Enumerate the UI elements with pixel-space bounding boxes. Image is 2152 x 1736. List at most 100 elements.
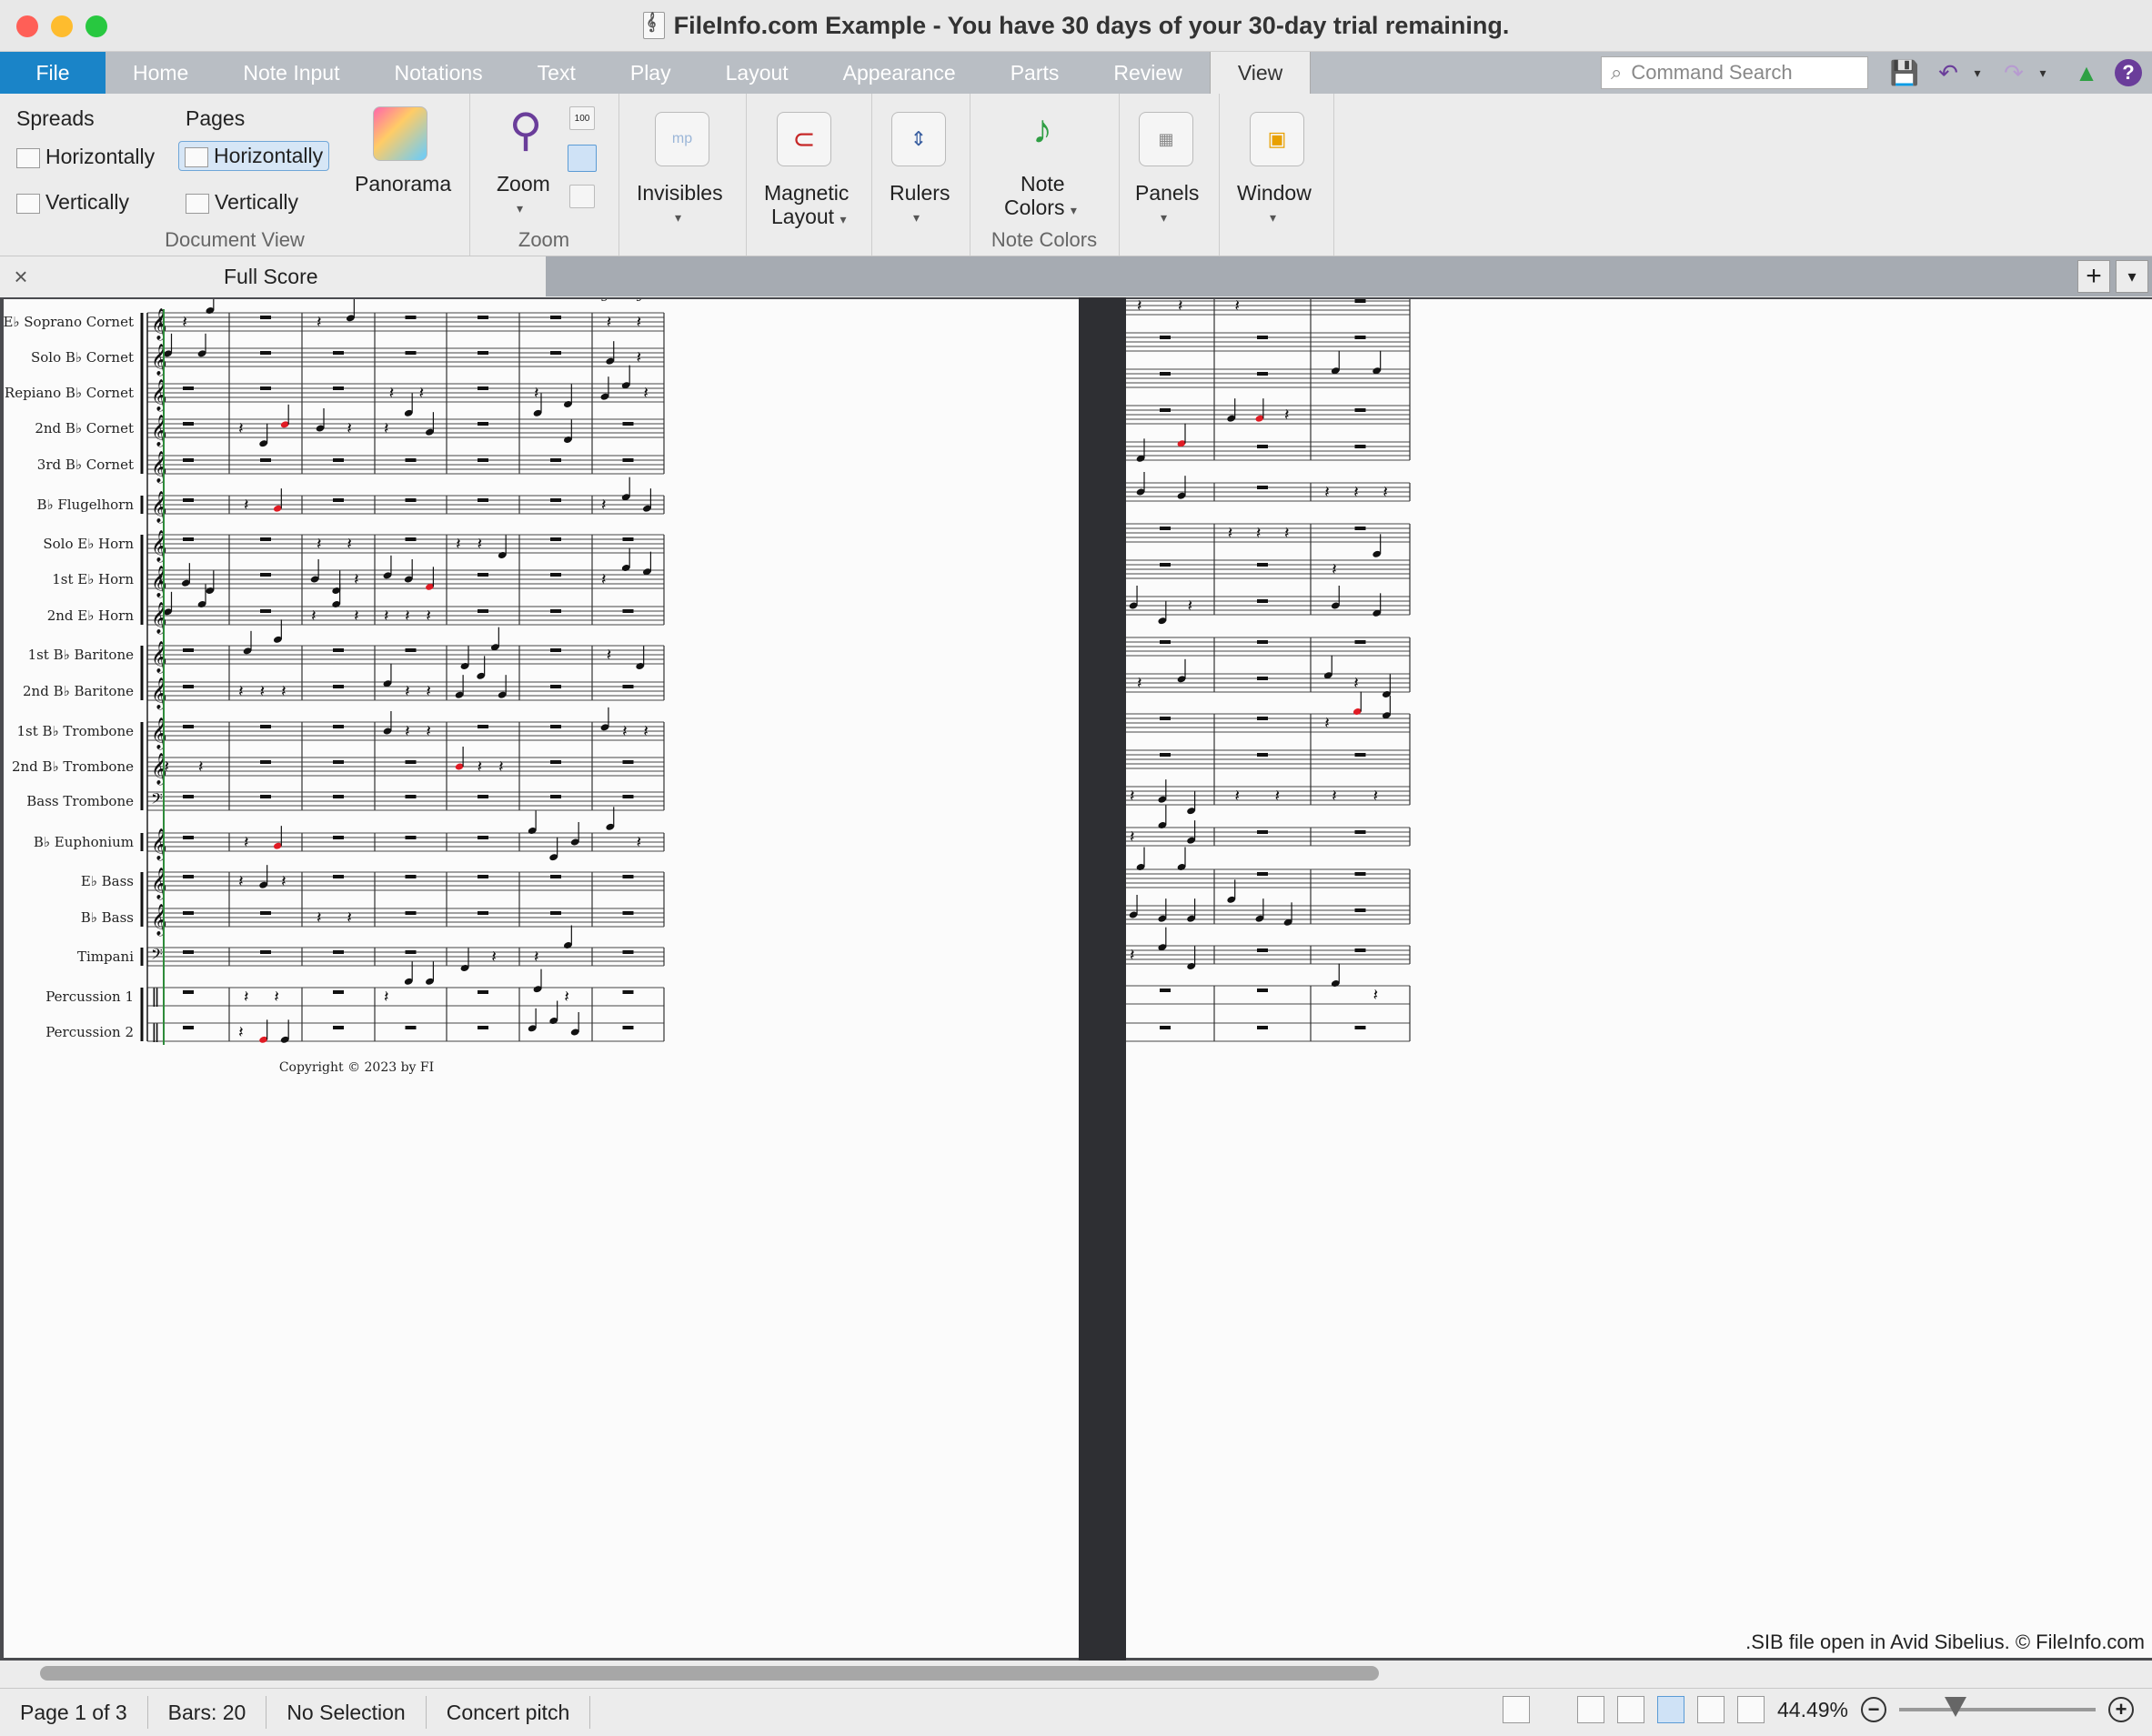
tab-note-input[interactable]: Note Input — [216, 52, 367, 94]
lock-icon[interactable] — [1502, 1696, 1530, 1723]
quarter-rest: 𝄽 — [1130, 828, 1135, 847]
quarter-rest: 𝄽 — [607, 313, 612, 332]
pages-vertically-button[interactable]: Vertically — [186, 190, 298, 215]
spreads-vertical-status-icon[interactable] — [1616, 1696, 1644, 1723]
spreads-label: Spreads — [16, 106, 95, 130]
pages-horizontal-status-icon[interactable] — [1656, 1696, 1684, 1723]
tab-view[interactable]: View — [1209, 52, 1312, 94]
window-label[interactable]: Window — [1237, 181, 1312, 206]
command-search-field[interactable]: ⌕ Command Search — [1601, 56, 1868, 89]
whole-rest — [1257, 872, 1268, 876]
note-colors-label-line2[interactable]: Colors ▾ — [1004, 196, 1077, 220]
full-score-tab[interactable]: × Full Score — [0, 256, 546, 296]
status-pitch[interactable]: Concert pitch — [427, 1696, 591, 1729]
tab-notations[interactable]: Notations — [367, 52, 510, 94]
quarter-rest: 𝄽 — [317, 908, 322, 928]
horizontal-scrollbar[interactable] — [0, 1661, 2152, 1688]
redo-icon[interactable]: ↷ — [1997, 57, 2030, 88]
tab-text[interactable]: Text — [510, 52, 603, 94]
whole-rest — [333, 725, 344, 728]
whole-rest — [183, 386, 194, 390]
full-score-tab-label: Full Score — [224, 264, 318, 288]
zoom-slider-thumb[interactable] — [1945, 1697, 1966, 1717]
panels-dropdown-icon[interactable]: ▾ — [1161, 210, 1167, 226]
whole-rest — [550, 498, 561, 502]
redo-dropdown-icon[interactable]: ▾ — [2026, 57, 2059, 88]
panorama-label[interactable]: Panorama — [355, 172, 451, 196]
panorama-status-icon[interactable] — [1736, 1696, 1765, 1723]
invisibles-icon[interactable]: mp — [655, 112, 709, 166]
zoom-out-icon[interactable]: − — [1861, 1697, 1886, 1722]
zoom-100-icon[interactable]: 100 — [569, 106, 595, 130]
panorama-icon[interactable] — [373, 106, 427, 161]
note-colors-icon[interactable]: ♪ — [1015, 103, 1070, 157]
rulers-dropdown-icon[interactable]: ▾ — [913, 210, 920, 226]
whole-rest — [260, 537, 271, 541]
tab-review[interactable]: Review — [1086, 52, 1209, 94]
pages-vertical-status-icon[interactable] — [1696, 1696, 1725, 1723]
instrument-name: Percussion 1 — [45, 988, 134, 1005]
tab-file[interactable]: File — [0, 52, 106, 94]
whole-rest — [1160, 372, 1171, 376]
triangle-up-icon[interactable]: ▲ — [2070, 57, 2103, 88]
save-icon[interactable]: 💾 — [1888, 57, 1921, 88]
zoom-in-icon[interactable]: + — [2108, 1697, 2134, 1722]
help-icon[interactable]: ? — [2112, 57, 2145, 88]
whole-rest — [260, 950, 271, 954]
tab-home[interactable]: Home — [106, 52, 216, 94]
pages-horizontally-button[interactable]: Horizontally — [178, 141, 330, 171]
magnifier-icon[interactable]: ⚲ — [498, 103, 553, 157]
whole-rest — [1257, 948, 1268, 952]
undo-dropdown-icon[interactable]: ▾ — [1961, 57, 1994, 88]
whole-rest — [622, 422, 634, 426]
instrument-name: E♭ Bass — [81, 873, 134, 889]
whole-rest — [478, 386, 488, 390]
invisibles-dropdown-icon[interactable]: ▾ — [675, 210, 681, 226]
status-page: Page 1 of 3 — [0, 1696, 148, 1729]
maximize-window-button[interactable] — [85, 15, 107, 37]
spreads-horizontal-status-icon[interactable] — [1576, 1696, 1604, 1723]
tab-layout[interactable]: Layout — [699, 52, 816, 94]
whole-rest — [260, 760, 271, 764]
note-colors-label-line1[interactable]: Note — [1021, 172, 1065, 196]
zoom-slider[interactable] — [1899, 1697, 2096, 1717]
score-workspace[interactable]: Danse of the FileInfofor Brass BandFIArr… — [0, 297, 2152, 1661]
instrument-name: Timpani — [77, 948, 134, 965]
window-dropdown-icon[interactable]: ▾ — [1270, 210, 1276, 226]
spreads-horizontally-button[interactable]: Horizontally — [16, 145, 155, 169]
quarter-rest: 𝄽 — [244, 988, 249, 1007]
whole-rest — [333, 458, 344, 462]
window-icon[interactable]: ▣ — [1250, 112, 1304, 166]
magnet-icon[interactable]: ⊂ — [777, 112, 831, 166]
fit-page-icon[interactable] — [568, 145, 597, 172]
spreads-vertically-button[interactable]: Vertically — [16, 190, 129, 215]
panels-label[interactable]: Panels — [1135, 181, 1199, 206]
undo-icon[interactable]: ↶ — [1932, 57, 1965, 88]
horizontal-scrollbar-thumb[interactable] — [40, 1666, 1379, 1681]
close-tab-icon[interactable]: × — [0, 263, 42, 291]
close-window-button[interactable] — [16, 15, 38, 37]
add-tab-button[interactable]: + — [2077, 260, 2110, 293]
zoom-dropdown-icon[interactable]: ▾ — [517, 201, 523, 216]
minimize-window-button[interactable] — [51, 15, 73, 37]
tab-menu-icon[interactable]: ▾ — [2116, 260, 2148, 293]
magnetic-label-line2[interactable]: Layout ▾ — [771, 205, 846, 229]
tab-parts[interactable]: Parts — [983, 52, 1087, 94]
zoom-label[interactable]: Zoom — [497, 172, 550, 196]
panels-icon[interactable]: ▦ — [1139, 112, 1193, 166]
pages-horizontally-label: Horizontally — [214, 144, 324, 167]
whole-rest — [550, 316, 561, 319]
quarter-rest: 𝄽 — [244, 496, 249, 515]
whole-rest — [1354, 948, 1366, 952]
magnetic-label-line1[interactable]: Magnetic — [764, 181, 849, 206]
rulers-label[interactable]: Rulers — [890, 181, 950, 206]
score-page-2[interactable]: 28Sop. Cor.𝄞Solo Cor.𝄞Rep. Cor.𝄞2nd Cor.… — [1126, 299, 2152, 1658]
invisibles-label[interactable]: Invisibles — [637, 181, 723, 206]
tab-play[interactable]: Play — [603, 52, 699, 94]
whole-rest — [1160, 753, 1171, 757]
score-page-1[interactable]: Danse of the FileInfofor Brass BandFIArr… — [4, 299, 1079, 1658]
tab-appearance[interactable]: Appearance — [816, 52, 983, 94]
fit-width-icon[interactable] — [569, 185, 595, 208]
rulers-icon[interactable]: ⇕ — [891, 112, 946, 166]
whole-rest — [622, 760, 634, 764]
